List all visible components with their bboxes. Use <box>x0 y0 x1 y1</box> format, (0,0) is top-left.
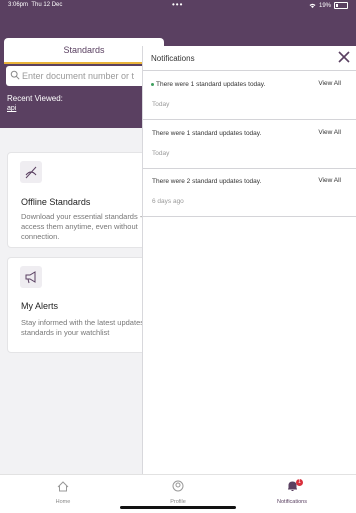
notification-time: 6 days ago <box>152 198 184 205</box>
notification-badge: 1 <box>296 479 303 486</box>
home-icon <box>57 481 69 492</box>
view-all-link[interactable]: View All <box>318 177 341 184</box>
notification-item[interactable]: There were 2 standard updates today. Vie… <box>143 168 356 217</box>
nav-notifications-label: Notifications <box>277 499 307 505</box>
unread-dot-icon <box>151 83 154 86</box>
notification-time: Today <box>152 150 170 157</box>
home-indicator[interactable] <box>120 506 236 509</box>
notification-message: There were 2 standard updates today. <box>152 178 262 185</box>
nav-profile-label: Profile <box>170 499 186 505</box>
nav-home[interactable]: Home <box>23 479 103 505</box>
close-icon[interactable] <box>337 50 351 64</box>
panel-header: Notifications <box>143 46 356 71</box>
notification-time: Today <box>152 101 170 108</box>
view-all-link[interactable]: View All <box>318 80 341 87</box>
panel-title: Notifications <box>151 54 195 63</box>
notifications-panel: Notifications There were 1 standard upda… <box>142 46 356 474</box>
profile-icon <box>172 480 184 492</box>
view-all-link[interactable]: View All <box>318 129 341 136</box>
nav-home-label: Home <box>55 499 71 505</box>
notification-item[interactable]: There were 1 standard updates today. Vie… <box>143 71 356 120</box>
notification-item[interactable]: There were 1 standard updates today. Vie… <box>143 120 356 169</box>
nav-profile[interactable]: Profile <box>138 479 218 505</box>
nav-notifications[interactable]: 1 Notifications <box>252 479 332 505</box>
notification-message: There were 1 standard updates today. <box>156 81 266 88</box>
notification-message: There were 1 standard updates today. <box>152 130 262 137</box>
